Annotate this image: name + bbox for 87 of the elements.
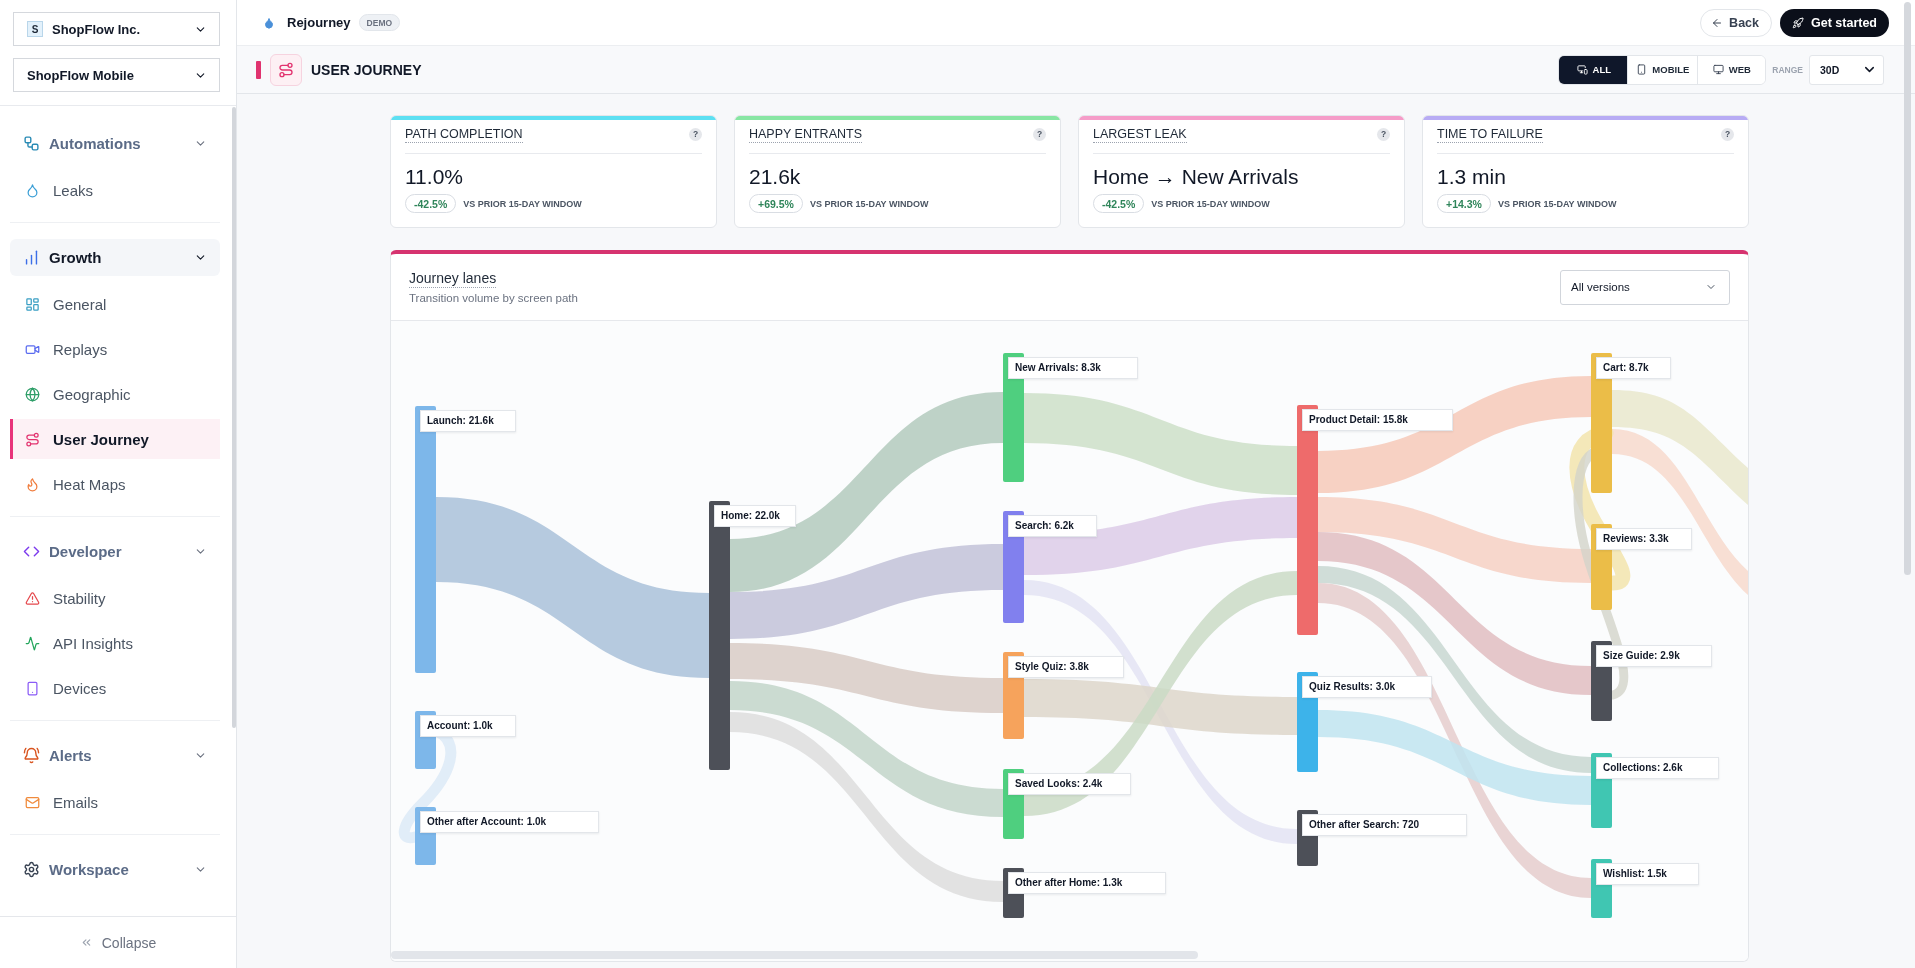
help-button[interactable]: ?	[1721, 128, 1734, 141]
section-header[interactable]: Alerts	[10, 737, 220, 774]
settings-icon	[23, 861, 40, 878]
kpi-title: PATH COMPLETION	[405, 126, 523, 143]
help-button[interactable]: ?	[1033, 128, 1046, 141]
droplet-icon	[25, 182, 40, 198]
project-select[interactable]: ShopFlow Mobile	[13, 58, 220, 92]
section-header[interactable]: Growth	[10, 239, 220, 276]
kpi-value: Home → New Arrivals	[1093, 164, 1300, 190]
scrollbar-thumb[interactable]	[391, 951, 1198, 959]
phone-icon	[1636, 64, 1648, 75]
droplet-icon	[263, 16, 275, 29]
kpi-title: TIME TO FAILURE	[1437, 126, 1543, 143]
nav-item[interactable]: General	[10, 284, 220, 324]
scrollbar-thumb[interactable]	[232, 107, 236, 728]
kpi-value: 21.6k	[749, 164, 802, 190]
kpi-value: 1.3 min	[1437, 164, 1507, 190]
version-select[interactable]: All versions	[1560, 269, 1730, 305]
comparison-text: VS PRIOR 15-DAY WINDOW	[809, 198, 929, 209]
nav-item[interactable]: Leaks	[10, 170, 220, 210]
monitor-phone-icon	[1576, 64, 1588, 75]
back-button[interactable]: Back	[1700, 8, 1772, 37]
node-label: Collections: 2.6k	[1596, 757, 1719, 779]
node-label: Account: 1.0k	[420, 715, 516, 737]
org-initial: S	[27, 21, 43, 37]
warning-icon	[25, 590, 40, 606]
node-label: Search: 6.2k	[1008, 515, 1097, 537]
node-label: Reviews: 3.3k	[1596, 528, 1692, 550]
comparison-text: VS PRIOR 15-DAY WINDOW	[463, 198, 582, 209]
nav-item[interactable]: Emails	[10, 782, 220, 822]
node-label: Other after Search: 720	[1302, 814, 1467, 836]
comparison-text: VS PRIOR 15-DAY WINDOW	[1151, 198, 1270, 209]
help-button[interactable]: ?	[689, 128, 702, 141]
kpi-title: HAPPY ENTRANTS	[749, 126, 862, 143]
section-header[interactable]: Developer	[10, 533, 220, 570]
dashboard-icon	[25, 296, 40, 312]
node-label: Other after Home: 1.3k	[1008, 872, 1166, 894]
page-title: USER JOURNEY	[311, 61, 422, 78]
bell-icon	[23, 747, 40, 764]
kpi-value: 11.0%	[405, 164, 464, 190]
bar-chart-icon	[23, 249, 40, 266]
node-label: Home: 22.0k	[714, 505, 796, 527]
mail-icon	[25, 794, 40, 810]
demo-tag: DEMO	[358, 14, 401, 31]
comparison-text: VS PRIOR 15-DAY WINDOW	[1497, 198, 1617, 209]
lanes-title: Journey lanes	[409, 268, 497, 288]
node-label: Launch: 21.6k	[420, 410, 516, 432]
flame-icon	[25, 476, 40, 492]
node-label: New Arrivals: 8.3k	[1008, 357, 1138, 379]
range-label: RANGE	[1772, 64, 1803, 75]
route-icon	[25, 431, 40, 447]
nav-item[interactable]: Stability	[10, 578, 220, 618]
rocket-icon	[1792, 16, 1804, 29]
pulse-icon	[25, 635, 40, 651]
node-label: Saved Looks: 2.4k	[1008, 773, 1131, 795]
range-select[interactable]: 30D	[1809, 54, 1884, 85]
node-label: Wishlist: 1.5k	[1596, 863, 1699, 885]
section-header[interactable]: Workspace	[10, 851, 220, 888]
lanes-subtitle: Transition volume by screen path	[409, 290, 578, 306]
org-select[interactable]: S ShopFlow Inc.	[13, 12, 220, 46]
section-header[interactable]: Automations	[10, 125, 220, 162]
app-name: Rejourney	[287, 15, 351, 30]
get-started-button[interactable]: Get started	[1780, 8, 1889, 37]
scrollbar-thumb[interactable]	[1904, 2, 1911, 575]
node-label: Size Guide: 2.9k	[1596, 645, 1712, 667]
arrow-left-icon	[1711, 16, 1724, 29]
accent-bar	[256, 60, 261, 79]
nav-item[interactable]: User Journey	[10, 419, 220, 459]
nav-item[interactable]: Replays	[10, 329, 220, 369]
phone-icon	[25, 680, 40, 696]
nav-item[interactable]: Geographic	[10, 374, 220, 414]
nav-item[interactable]: Devices	[10, 668, 220, 708]
kpi-title: LARGEST LEAK	[1093, 126, 1187, 143]
monitor-icon	[1712, 64, 1724, 75]
node-label: Cart: 8.7k	[1596, 357, 1671, 379]
nav-item[interactable]: Heat Maps	[10, 464, 220, 504]
node-label: Style Quiz: 3.8k	[1008, 656, 1124, 678]
node-label: Product Detail: 15.8k	[1302, 409, 1453, 431]
nav-item[interactable]: API Insights	[10, 623, 220, 663]
platform-tab[interactable]: WEB	[1697, 55, 1766, 84]
connected-squares-icon	[23, 135, 40, 152]
platform-tab[interactable]: ALL	[1559, 55, 1628, 84]
node-label: Other after Account: 1.0k	[420, 811, 599, 833]
help-button[interactable]: ?	[1377, 128, 1390, 141]
route-icon	[270, 53, 302, 86]
node-label: Quiz Results: 3.0k	[1302, 676, 1432, 698]
globe-icon	[25, 386, 40, 402]
